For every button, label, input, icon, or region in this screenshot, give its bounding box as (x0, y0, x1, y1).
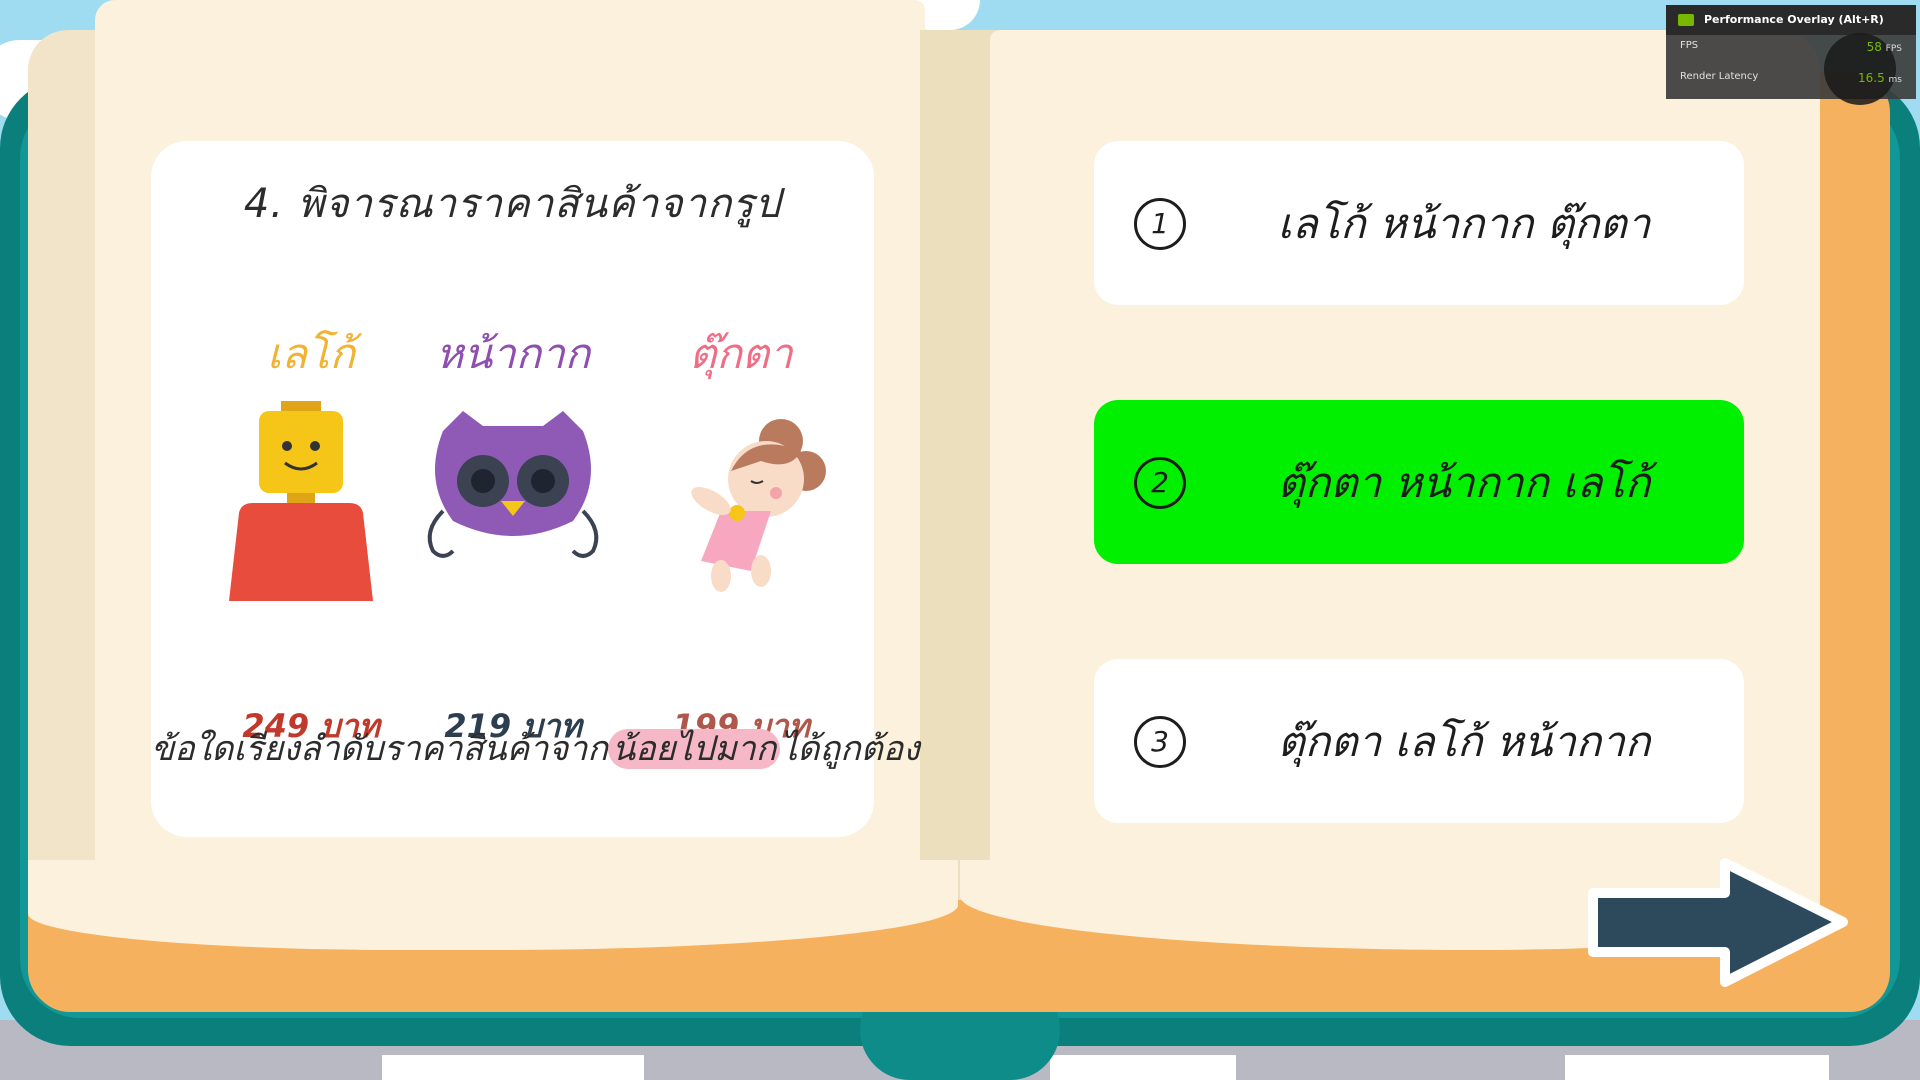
latency-number: 16.5 (1857, 71, 1885, 85)
option-number: 2 (1134, 457, 1186, 509)
prompt-text-end: ได้ถูกต้อง (780, 729, 920, 769)
latency-label: Render Latency (1680, 71, 1759, 82)
option-text: ตุ๊กตา เลโก้ หน้ากาก (1277, 717, 1651, 766)
left-page-curve (28, 860, 958, 950)
option-text: เลโก้ หน้ากาก ตุ๊กตา (1277, 199, 1651, 248)
prompt-text: ข้อใดเรียงลำดับราคาสินค้าจาก (151, 729, 608, 769)
performance-overlay: Performance Overlay (Alt+R) FPS 58 FPS R… (1666, 5, 1916, 105)
lego-figure-icon (229, 401, 373, 601)
next-button[interactable] (1585, 855, 1850, 990)
fps-label: FPS (1680, 40, 1699, 51)
question-card: 4. พิจารณาราคาสินค้าจากรูป เลโก้ 249 บาท… (151, 141, 920, 837)
ground-slab (382, 1055, 644, 1080)
product-item-mask: หน้ากาก 219 บาท (403, 321, 623, 745)
answer-option-2[interactable]: 2 ตุ๊กตา หน้ากาก เลโก้ (1094, 400, 1744, 564)
product-name: ตุ๊กตา (689, 329, 793, 378)
doll-icon (691, 419, 826, 592)
fps-value: 58 FPS (1867, 40, 1902, 54)
answer-option-3[interactable]: 3 ตุ๊กตา เลโก้ หน้ากาก (1094, 659, 1744, 823)
ground-slab (1565, 1055, 1829, 1080)
right-page-edge (1820, 100, 1890, 980)
answer-option-1[interactable]: 1 เลโก้ หน้ากาก ตุ๊กตา (1094, 141, 1744, 305)
latency-unit: ms (1888, 75, 1902, 85)
option-number: 1 (1134, 198, 1186, 250)
question-title: 4. พิจารณาราคาสินค้าจากรูป (243, 181, 782, 227)
overlay-title: Performance Overlay (Alt+R) (1704, 13, 1884, 26)
fps-number: 58 (1866, 40, 1882, 54)
option-text: ตุ๊กตา หน้ากาก เลโก้ (1277, 458, 1651, 507)
owl-mask-icon (427, 411, 599, 558)
question-prompt: ข้อใดเรียงลำดับราคาสินค้าจาก น้อยไปมาก ได้… (151, 721, 920, 775)
overlay-header: Performance Overlay (Alt+R) (1666, 5, 1916, 35)
ground-slab (1050, 1055, 1236, 1080)
prompt-highlight: น้อยไปมาก (607, 729, 781, 769)
product-name: หน้ากาก (435, 329, 591, 378)
product-item-lego: เลโก้ 249 บาท (201, 321, 421, 745)
latency-value: 16.5 ms (1858, 71, 1902, 85)
option-number: 3 (1134, 716, 1186, 768)
product-item-doll: ตุ๊กตา 199 บาท (631, 321, 851, 745)
product-name: เลโก้ (266, 329, 356, 378)
right-arrow-icon (1588, 858, 1848, 987)
nvidia-logo-icon (1678, 14, 1694, 26)
fps-unit: FPS (1885, 44, 1902, 54)
